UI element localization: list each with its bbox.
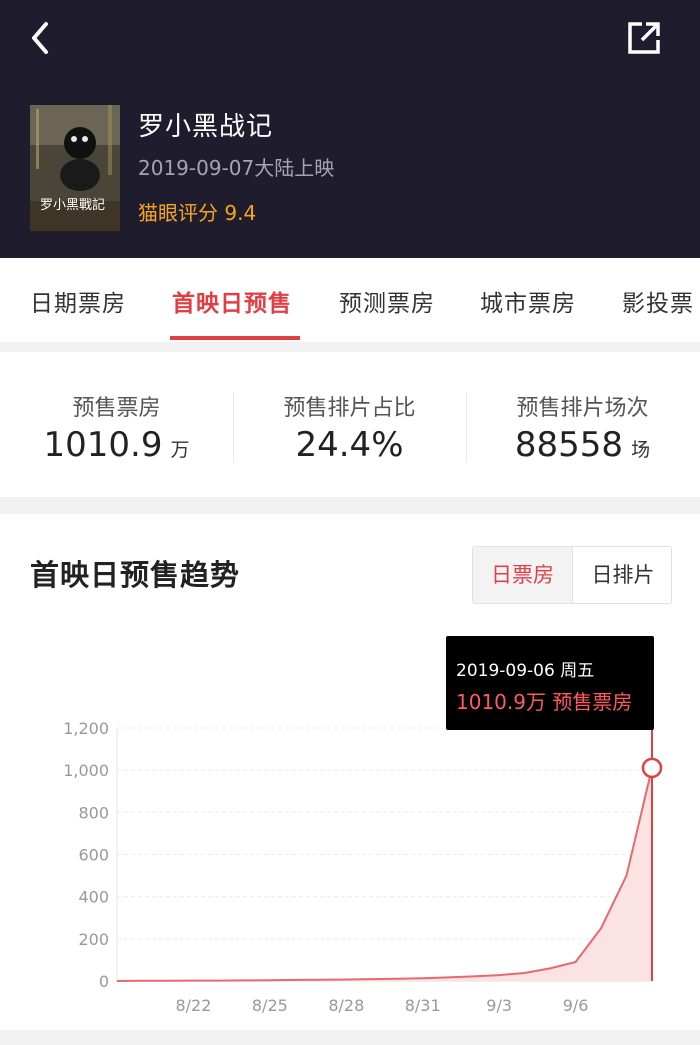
chevron-left-icon — [32, 22, 48, 54]
poster-art: 罗小黑戰記 — [30, 105, 120, 231]
presale-trend-chart[interactable]: 0 200 400 600 800 1,000 1,200 8/22 8/25 8/28 8/31 9… — [0, 514, 700, 1030]
x-tick-label: 9/3 — [486, 996, 512, 1015]
chart-tooltip: 2019-09-06 周五 1010.9万 预售票房 — [446, 636, 654, 730]
stat-label: 预售排片场次 — [516, 396, 649, 421]
stat-label: 预售票房 — [72, 396, 161, 421]
tab-city-box-office[interactable]: 城市票房 — [480, 284, 576, 318]
y-tick-label: 1,000 — [63, 761, 109, 780]
tab-cinema-investment[interactable]: 影投票 — [622, 284, 694, 318]
movie-header: 罗小黑戰記 罗小黑战记 2019-09-07大陆上映 猫眼评分 9.4 — [0, 0, 700, 258]
x-tick-label: 8/28 — [328, 996, 364, 1015]
y-tick-label: 200 — [78, 930, 109, 949]
highlight-point — [641, 757, 663, 779]
presale-stats: 预售票房 1010.9 万 预售排片占比 24.4% 预售排片场次 88558 场 — [0, 352, 700, 497]
stat-unit: 场 — [631, 439, 651, 461]
tab-daily-box-office[interactable]: 日期票房 — [30, 284, 126, 318]
stat-number: 1010.9 — [43, 425, 163, 465]
y-tick-label: 0 — [99, 972, 109, 991]
series-area — [117, 767, 652, 981]
presale-trend-card: 首映日预售趋势 日票房 日排片 0 200 400 600 800 1,000 1,200 8… — [0, 514, 700, 1030]
x-tick-label: 8/31 — [405, 996, 441, 1015]
stat-label: 预售排片占比 — [283, 396, 416, 421]
share-external-icon — [628, 22, 660, 54]
movie-title: 罗小黑战记 — [138, 112, 274, 142]
tab-premiere-presale[interactable]: 首映日预售 — [172, 284, 292, 318]
y-tick-label: 800 — [78, 803, 109, 822]
movie-score: 猫眼评分 9.4 — [138, 201, 257, 225]
tab-forecast-box-office[interactable]: 预测票房 — [339, 284, 435, 318]
stat-unit: 万 — [170, 439, 190, 461]
stat-presale-screenings: 预售排片场次 88558 场 — [466, 352, 699, 497]
active-tab-indicator — [170, 336, 300, 340]
y-tick-label: 400 — [78, 888, 109, 907]
y-tick-label: 1,200 — [63, 719, 109, 738]
poster-title-text: 罗小黑戰記 — [40, 197, 105, 213]
movie-release-date: 2019-09-07大陆上映 — [138, 156, 335, 180]
x-tick-label: 8/22 — [175, 996, 211, 1015]
tooltip-date: 2019-09-06 周五 — [456, 661, 595, 681]
stat-number: 88558 — [514, 425, 624, 465]
movie-poster[interactable]: 罗小黑戰記 — [30, 105, 120, 231]
y-tick-label: 600 — [78, 846, 109, 865]
back-button[interactable] — [22, 18, 62, 58]
series-line — [116, 767, 653, 982]
stat-number: 24.4% — [295, 425, 404, 465]
stat-value: 88558 场 — [466, 425, 699, 465]
x-tick-label: 9/6 — [563, 996, 589, 1015]
stat-presale-screening-ratio: 预售排片占比 24.4% — [233, 352, 466, 497]
stat-value: 24.4% — [233, 425, 466, 465]
tab-bar: 日期票房 首映日预售 预测票房 城市票房 影投票 — [0, 258, 700, 342]
tooltip-value: 1010.9万 预售票房 — [456, 690, 633, 714]
share-button[interactable] — [622, 16, 666, 60]
stat-presale-box-office: 预售票房 1010.9 万 — [0, 352, 233, 497]
x-tick-label: 8/25 — [252, 996, 288, 1015]
stat-value: 1010.9 万 — [0, 425, 233, 465]
